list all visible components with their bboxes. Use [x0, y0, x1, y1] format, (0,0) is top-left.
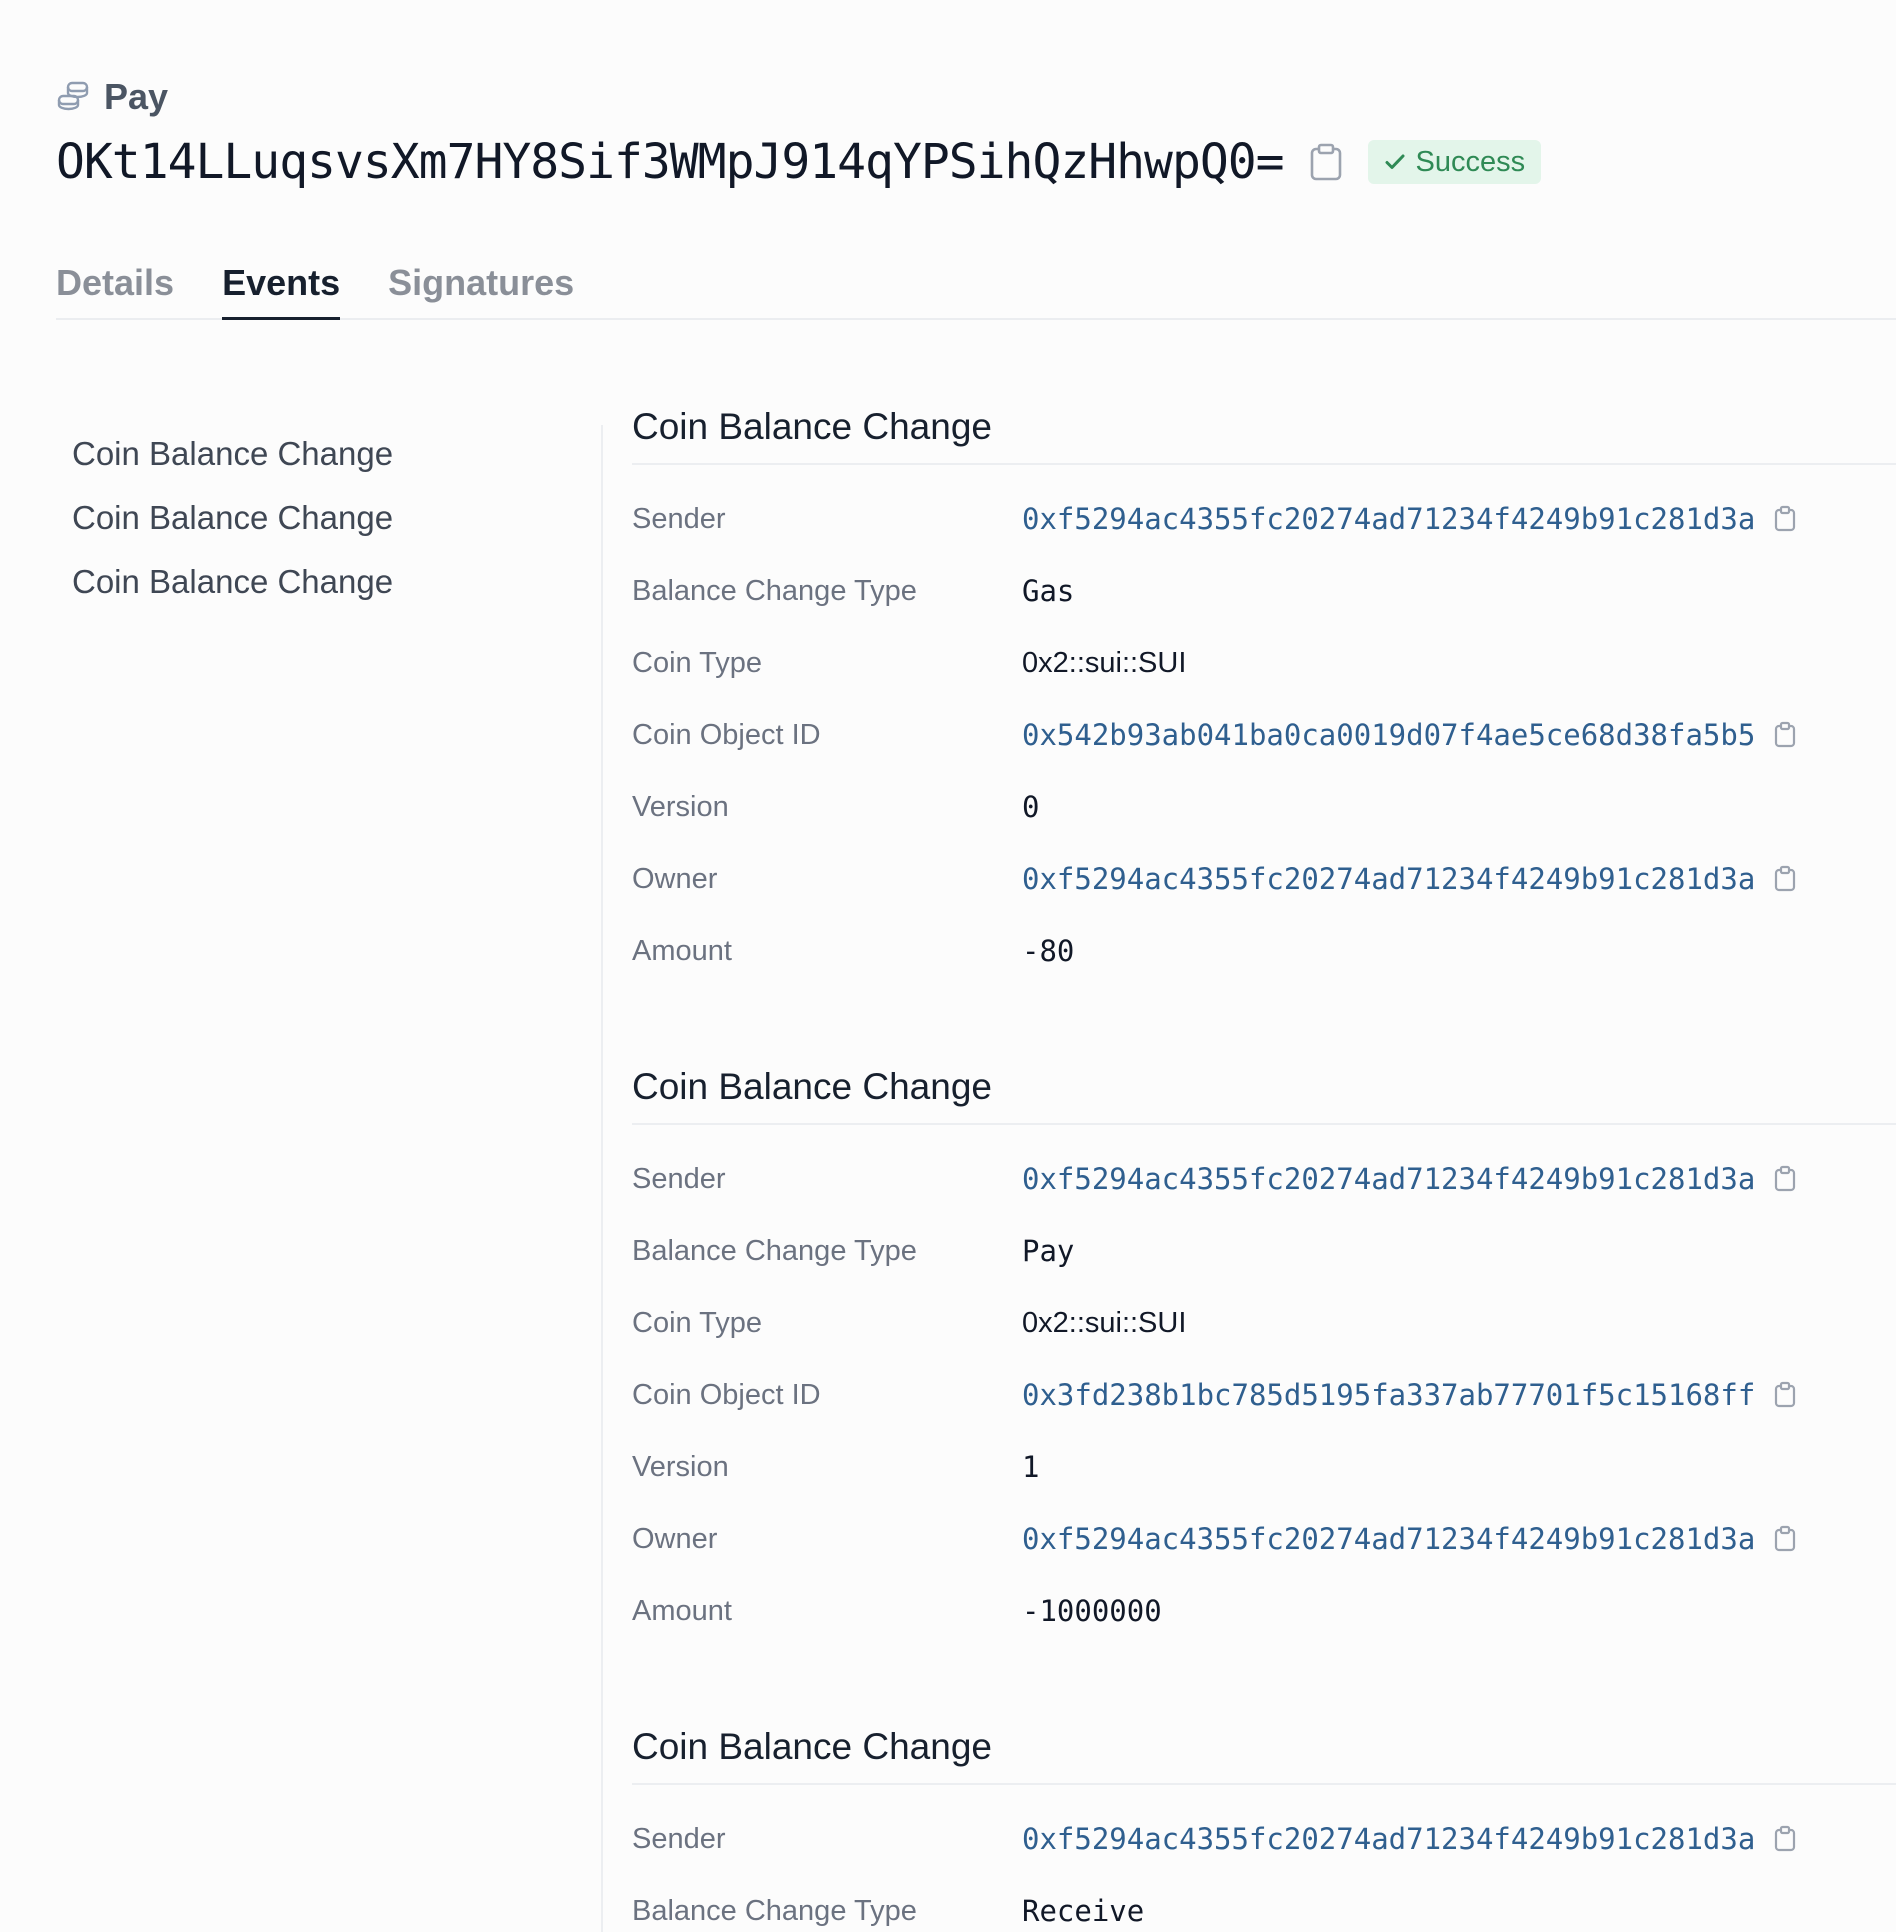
sidebar-item-event-3[interactable]: Coin Balance Change: [56, 560, 576, 624]
row-value: 0x2::sui::SUI: [1022, 646, 1187, 679]
event-row-amount: Amount -1000000: [632, 1575, 1896, 1647]
event-divider: [632, 1123, 1896, 1125]
event-row-version: Version 1: [632, 1431, 1896, 1503]
event-spacer: [632, 987, 1896, 1065]
event-row-sender: Sender 0xf5294ac4355fc20274ad71234f4249b…: [632, 1803, 1896, 1875]
row-label: Owner: [632, 862, 718, 895]
owner-address-link[interactable]: 0xf5294ac4355fc20274ad71234f4249b91c281d…: [1022, 1522, 1797, 1556]
row-label: Version: [632, 790, 729, 823]
event-card: Coin Balance Change Sender 0xf5294ac4355…: [632, 1065, 1896, 1647]
transaction-kind: Pay: [56, 76, 168, 118]
event-spacer: [632, 1647, 1896, 1725]
row-value[interactable]: 0x3fd238b1bc785d5195fa337ab77701f5c15168…: [1022, 1378, 1755, 1412]
row-label: Balance Change Type: [632, 574, 917, 607]
sidebar-item-event-1[interactable]: Coin Balance Change: [56, 432, 576, 496]
row-label: Coin Type: [632, 1306, 763, 1339]
event-row-coin-type: Coin Type 0x2::sui::SUI: [632, 627, 1896, 699]
coins-icon: [56, 80, 90, 114]
sidebar-item-event-2[interactable]: Coin Balance Change: [56, 496, 576, 560]
tab-details[interactable]: Details: [56, 258, 174, 320]
row-value: Pay: [1022, 1234, 1075, 1268]
event-row-balance-change-type: Balance Change Type Pay: [632, 1215, 1896, 1287]
tab-events[interactable]: Events: [222, 258, 341, 320]
transaction-id-row: OKt14LLuqsvsXm7HY8Sif3WMpJ914qYPSihQzHhw…: [56, 134, 1542, 190]
row-value[interactable]: 0xf5294ac4355fc20274ad71234f4249b91c281d…: [1022, 862, 1755, 896]
clipboard-icon[interactable]: [1308, 142, 1344, 182]
row-value[interactable]: 0xf5294ac4355fc20274ad71234f4249b91c281d…: [1022, 1522, 1755, 1556]
sender-address-link[interactable]: 0xf5294ac4355fc20274ad71234f4249b91c281d…: [1022, 502, 1797, 536]
row-value: Receive: [1022, 1894, 1145, 1928]
row-value: Gas: [1022, 574, 1075, 608]
event-title: Coin Balance Change: [632, 406, 992, 447]
events-sidebar: Coin Balance Change Coin Balance Change …: [56, 432, 576, 624]
clipboard-icon[interactable]: [1773, 1525, 1797, 1553]
sidebar-divider: [601, 425, 603, 1932]
row-label: Sender: [632, 1162, 726, 1195]
clipboard-icon[interactable]: [1773, 1381, 1797, 1409]
transaction-kind-label: Pay: [104, 76, 169, 117]
event-title: Coin Balance Change: [632, 1726, 992, 1767]
event-row-coin-object-id: Coin Object ID 0x3fd238b1bc785d5195fa337…: [632, 1359, 1896, 1431]
event-divider: [632, 1783, 1896, 1785]
row-value: 0x2::sui::SUI: [1022, 1306, 1187, 1339]
row-label: Coin Object ID: [632, 1378, 821, 1411]
event-divider: [632, 463, 1896, 465]
row-value[interactable]: 0xf5294ac4355fc20274ad71234f4249b91c281d…: [1022, 1822, 1755, 1856]
tab-signatures[interactable]: Signatures: [388, 258, 574, 320]
row-value: -1000000: [1022, 1594, 1162, 1628]
row-label: Balance Change Type: [632, 1234, 917, 1267]
transaction-id: OKt14LLuqsvsXm7HY8Sif3WMpJ914qYPSihQzHhw…: [56, 134, 1285, 190]
owner-address-link[interactable]: 0xf5294ac4355fc20274ad71234f4249b91c281d…: [1022, 862, 1797, 896]
status-badge: Success: [1367, 140, 1542, 184]
row-label: Sender: [632, 502, 726, 535]
row-label: Version: [632, 1450, 729, 1483]
row-value[interactable]: 0x542b93ab041ba0ca0019d07f4ae5ce68d38fa5…: [1022, 718, 1755, 752]
coin-object-link[interactable]: 0x542b93ab041ba0ca0019d07f4ae5ce68d38fa5…: [1022, 718, 1797, 752]
tab-bar: Details Events Signatures: [56, 258, 1896, 320]
event-row-owner: Owner 0xf5294ac4355fc20274ad71234f4249b9…: [632, 1503, 1896, 1575]
event-title: Coin Balance Change: [632, 1066, 992, 1107]
row-value[interactable]: 0xf5294ac4355fc20274ad71234f4249b91c281d…: [1022, 502, 1755, 536]
event-row-coin-type: Coin Type 0x2::sui::SUI: [632, 1287, 1896, 1359]
row-label: Amount: [632, 934, 732, 967]
event-row-owner: Owner 0xf5294ac4355fc20274ad71234f4249b9…: [632, 843, 1896, 915]
event-row-sender: Sender 0xf5294ac4355fc20274ad71234f4249b…: [632, 1143, 1896, 1215]
sender-address-link[interactable]: 0xf5294ac4355fc20274ad71234f4249b91c281d…: [1022, 1822, 1797, 1856]
row-label: Balance Change Type: [632, 1894, 917, 1927]
event-row-version: Version 0: [632, 771, 1896, 843]
event-card: Coin Balance Change Sender 0xf5294ac4355…: [632, 405, 1896, 987]
check-icon: [1384, 151, 1406, 173]
status-label: Success: [1415, 145, 1526, 178]
event-row-coin-object-id: Coin Object ID 0x542b93ab041ba0ca0019d07…: [632, 699, 1896, 771]
event-row-amount: Amount -80: [632, 915, 1896, 987]
sender-address-link[interactable]: 0xf5294ac4355fc20274ad71234f4249b91c281d…: [1022, 1162, 1797, 1196]
event-row-sender: Sender 0xf5294ac4355fc20274ad71234f4249b…: [632, 483, 1896, 555]
row-value: -80: [1022, 934, 1075, 968]
row-value: 1: [1022, 1450, 1040, 1484]
event-row-balance-change-type: Balance Change Type Receive: [632, 1875, 1896, 1932]
clipboard-icon[interactable]: [1773, 1165, 1797, 1193]
transaction-page: Pay OKt14LLuqsvsXm7HY8Sif3WMpJ914qYPSihQ…: [0, 0, 1896, 1932]
row-label: Coin Object ID: [632, 718, 821, 751]
clipboard-icon[interactable]: [1773, 865, 1797, 893]
clipboard-icon[interactable]: [1773, 721, 1797, 749]
coin-object-link[interactable]: 0x3fd238b1bc785d5195fa337ab77701f5c15168…: [1022, 1378, 1797, 1412]
row-value: 0: [1022, 790, 1040, 824]
row-label: Sender: [632, 1822, 726, 1855]
events-list: Coin Balance Change Sender 0xf5294ac4355…: [632, 405, 1896, 1932]
clipboard-icon[interactable]: [1773, 505, 1797, 533]
row-label: Coin Type: [632, 646, 763, 679]
event-card: Coin Balance Change Sender 0xf5294ac4355…: [632, 1725, 1896, 1932]
row-label: Owner: [632, 1522, 718, 1555]
row-label: Amount: [632, 1594, 732, 1627]
row-value[interactable]: 0xf5294ac4355fc20274ad71234f4249b91c281d…: [1022, 1162, 1755, 1196]
event-row-balance-change-type: Balance Change Type Gas: [632, 555, 1896, 627]
clipboard-icon[interactable]: [1773, 1825, 1797, 1853]
